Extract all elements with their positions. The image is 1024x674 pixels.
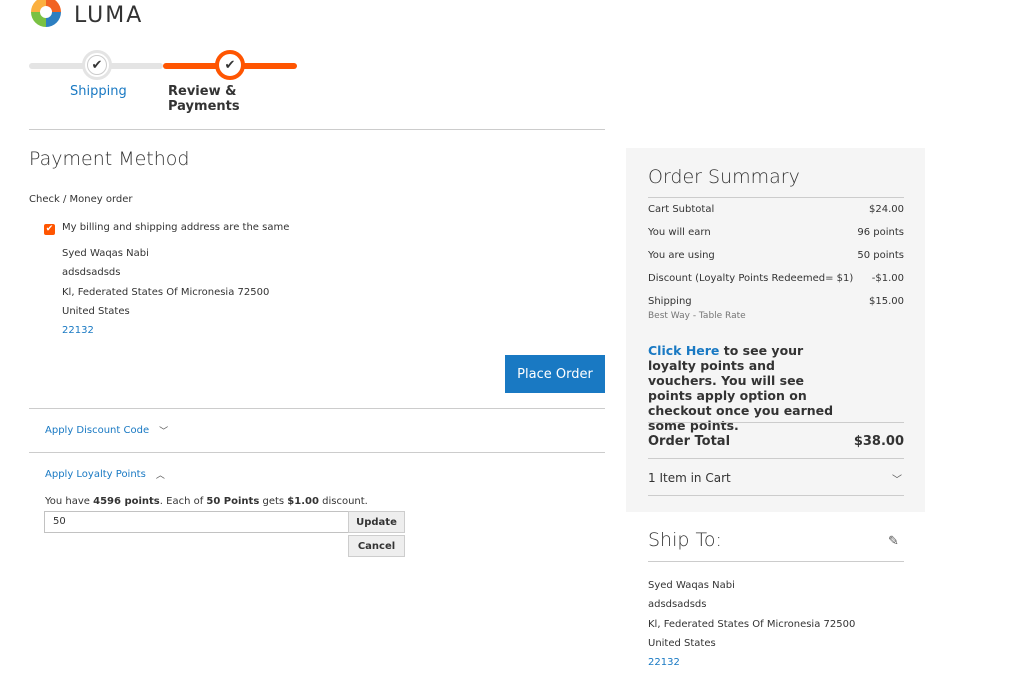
check-icon: ✔ bbox=[220, 55, 240, 75]
billing-city: Kl, Federated States Of Micronesia 72500 bbox=[62, 287, 270, 298]
step-review-indicator: ✔ bbox=[215, 50, 245, 80]
ship-to-name: Syed Waqas Nabi bbox=[648, 580, 735, 591]
update-points-button[interactable]: Update bbox=[348, 511, 405, 533]
billing-country: United States bbox=[62, 306, 130, 317]
ship-to-phone[interactable]: 22132 bbox=[648, 657, 680, 668]
same-address-checkbox[interactable]: ✔ bbox=[44, 224, 55, 235]
loyalty-discount-amount: $1.00 bbox=[287, 496, 319, 507]
billing-street: adsdsadsds bbox=[62, 267, 121, 278]
pencil-icon[interactable]: ✎ bbox=[888, 534, 899, 549]
order-summary-title: Order Summary bbox=[648, 166, 800, 188]
place-order-button[interactable]: Place Order bbox=[505, 355, 605, 393]
order-total-row: Order Total $38.00 bbox=[648, 434, 904, 449]
divider bbox=[648, 458, 904, 459]
summary-row-earn: You will earn 96 points bbox=[648, 227, 904, 238]
payment-method-option[interactable]: Check / Money order bbox=[29, 194, 133, 205]
billing-phone[interactable]: 22132 bbox=[62, 325, 94, 336]
logo-text: LUMA bbox=[74, 2, 144, 28]
step-shipping-label[interactable]: Shipping bbox=[70, 84, 127, 99]
step-review-label: Review & Payments bbox=[168, 84, 240, 114]
apply-discount-toggle[interactable]: Apply Discount Code ﹀ bbox=[45, 424, 168, 437]
order-total-value: $38.00 bbox=[853, 434, 904, 449]
divider bbox=[648, 197, 904, 198]
same-address-label[interactable]: My billing and shipping address are the … bbox=[62, 222, 289, 233]
ship-to-city: Kl, Federated States Of Micronesia 72500 bbox=[648, 619, 856, 630]
step-shipping-indicator[interactable]: ✔ bbox=[82, 50, 112, 80]
check-icon: ✔ bbox=[87, 55, 107, 75]
apply-loyalty-toggle[interactable]: Apply Loyalty Points ︿ bbox=[45, 468, 165, 481]
checkout-progress: ✔ ✔ Shipping Review & Payments bbox=[29, 50, 299, 114]
ship-to-title: Ship To: bbox=[648, 529, 722, 551]
luma-logo-icon bbox=[31, 0, 61, 27]
payment-method-title: Payment Method bbox=[29, 148, 190, 170]
ship-to-street: adsdsadsds bbox=[648, 599, 707, 610]
summary-row-using: You are using 50 points bbox=[648, 250, 904, 261]
divider bbox=[648, 422, 904, 423]
divider bbox=[648, 561, 904, 562]
summary-row-subtotal: Cart Subtotal $24.00 bbox=[648, 204, 904, 215]
loyalty-points-input[interactable]: 50 bbox=[44, 511, 349, 533]
luma-logo[interactable]: LUMA bbox=[28, 0, 143, 30]
divider bbox=[29, 129, 605, 130]
chevron-down-icon: ﹀ bbox=[892, 475, 902, 486]
ship-to-country: United States bbox=[648, 638, 716, 649]
loyalty-points-each: 50 Points bbox=[206, 496, 260, 507]
loyalty-info-text: You have 4596 points. Each of 50 Points … bbox=[45, 496, 368, 507]
divider bbox=[29, 452, 605, 453]
summary-row-discount: Discount (Loyalty Points Redeemed= $1) -$… bbox=[648, 273, 904, 284]
divider bbox=[648, 495, 904, 496]
chevron-down-icon: ﹀ bbox=[159, 427, 169, 437]
loyalty-points-total: 4596 points bbox=[93, 496, 160, 507]
divider bbox=[29, 408, 605, 409]
summary-row-shipping: Shipping $15.00 bbox=[648, 296, 904, 307]
chevron-up-icon: ︿ bbox=[155, 471, 165, 481]
apply-discount-label: Apply Discount Code bbox=[45, 425, 150, 436]
billing-name: Syed Waqas Nabi bbox=[62, 248, 149, 259]
loyalty-promo-text: Click Here to see your loyalty points an… bbox=[648, 343, 834, 433]
apply-loyalty-label: Apply Loyalty Points bbox=[45, 469, 146, 480]
cancel-points-button[interactable]: Cancel bbox=[348, 535, 405, 557]
shipping-method-label: Best Way - Table Rate bbox=[648, 311, 746, 321]
items-in-cart-toggle[interactable]: 1 Item in Cart ﹀ bbox=[648, 471, 904, 486]
click-here-link[interactable]: Click Here bbox=[648, 343, 719, 358]
